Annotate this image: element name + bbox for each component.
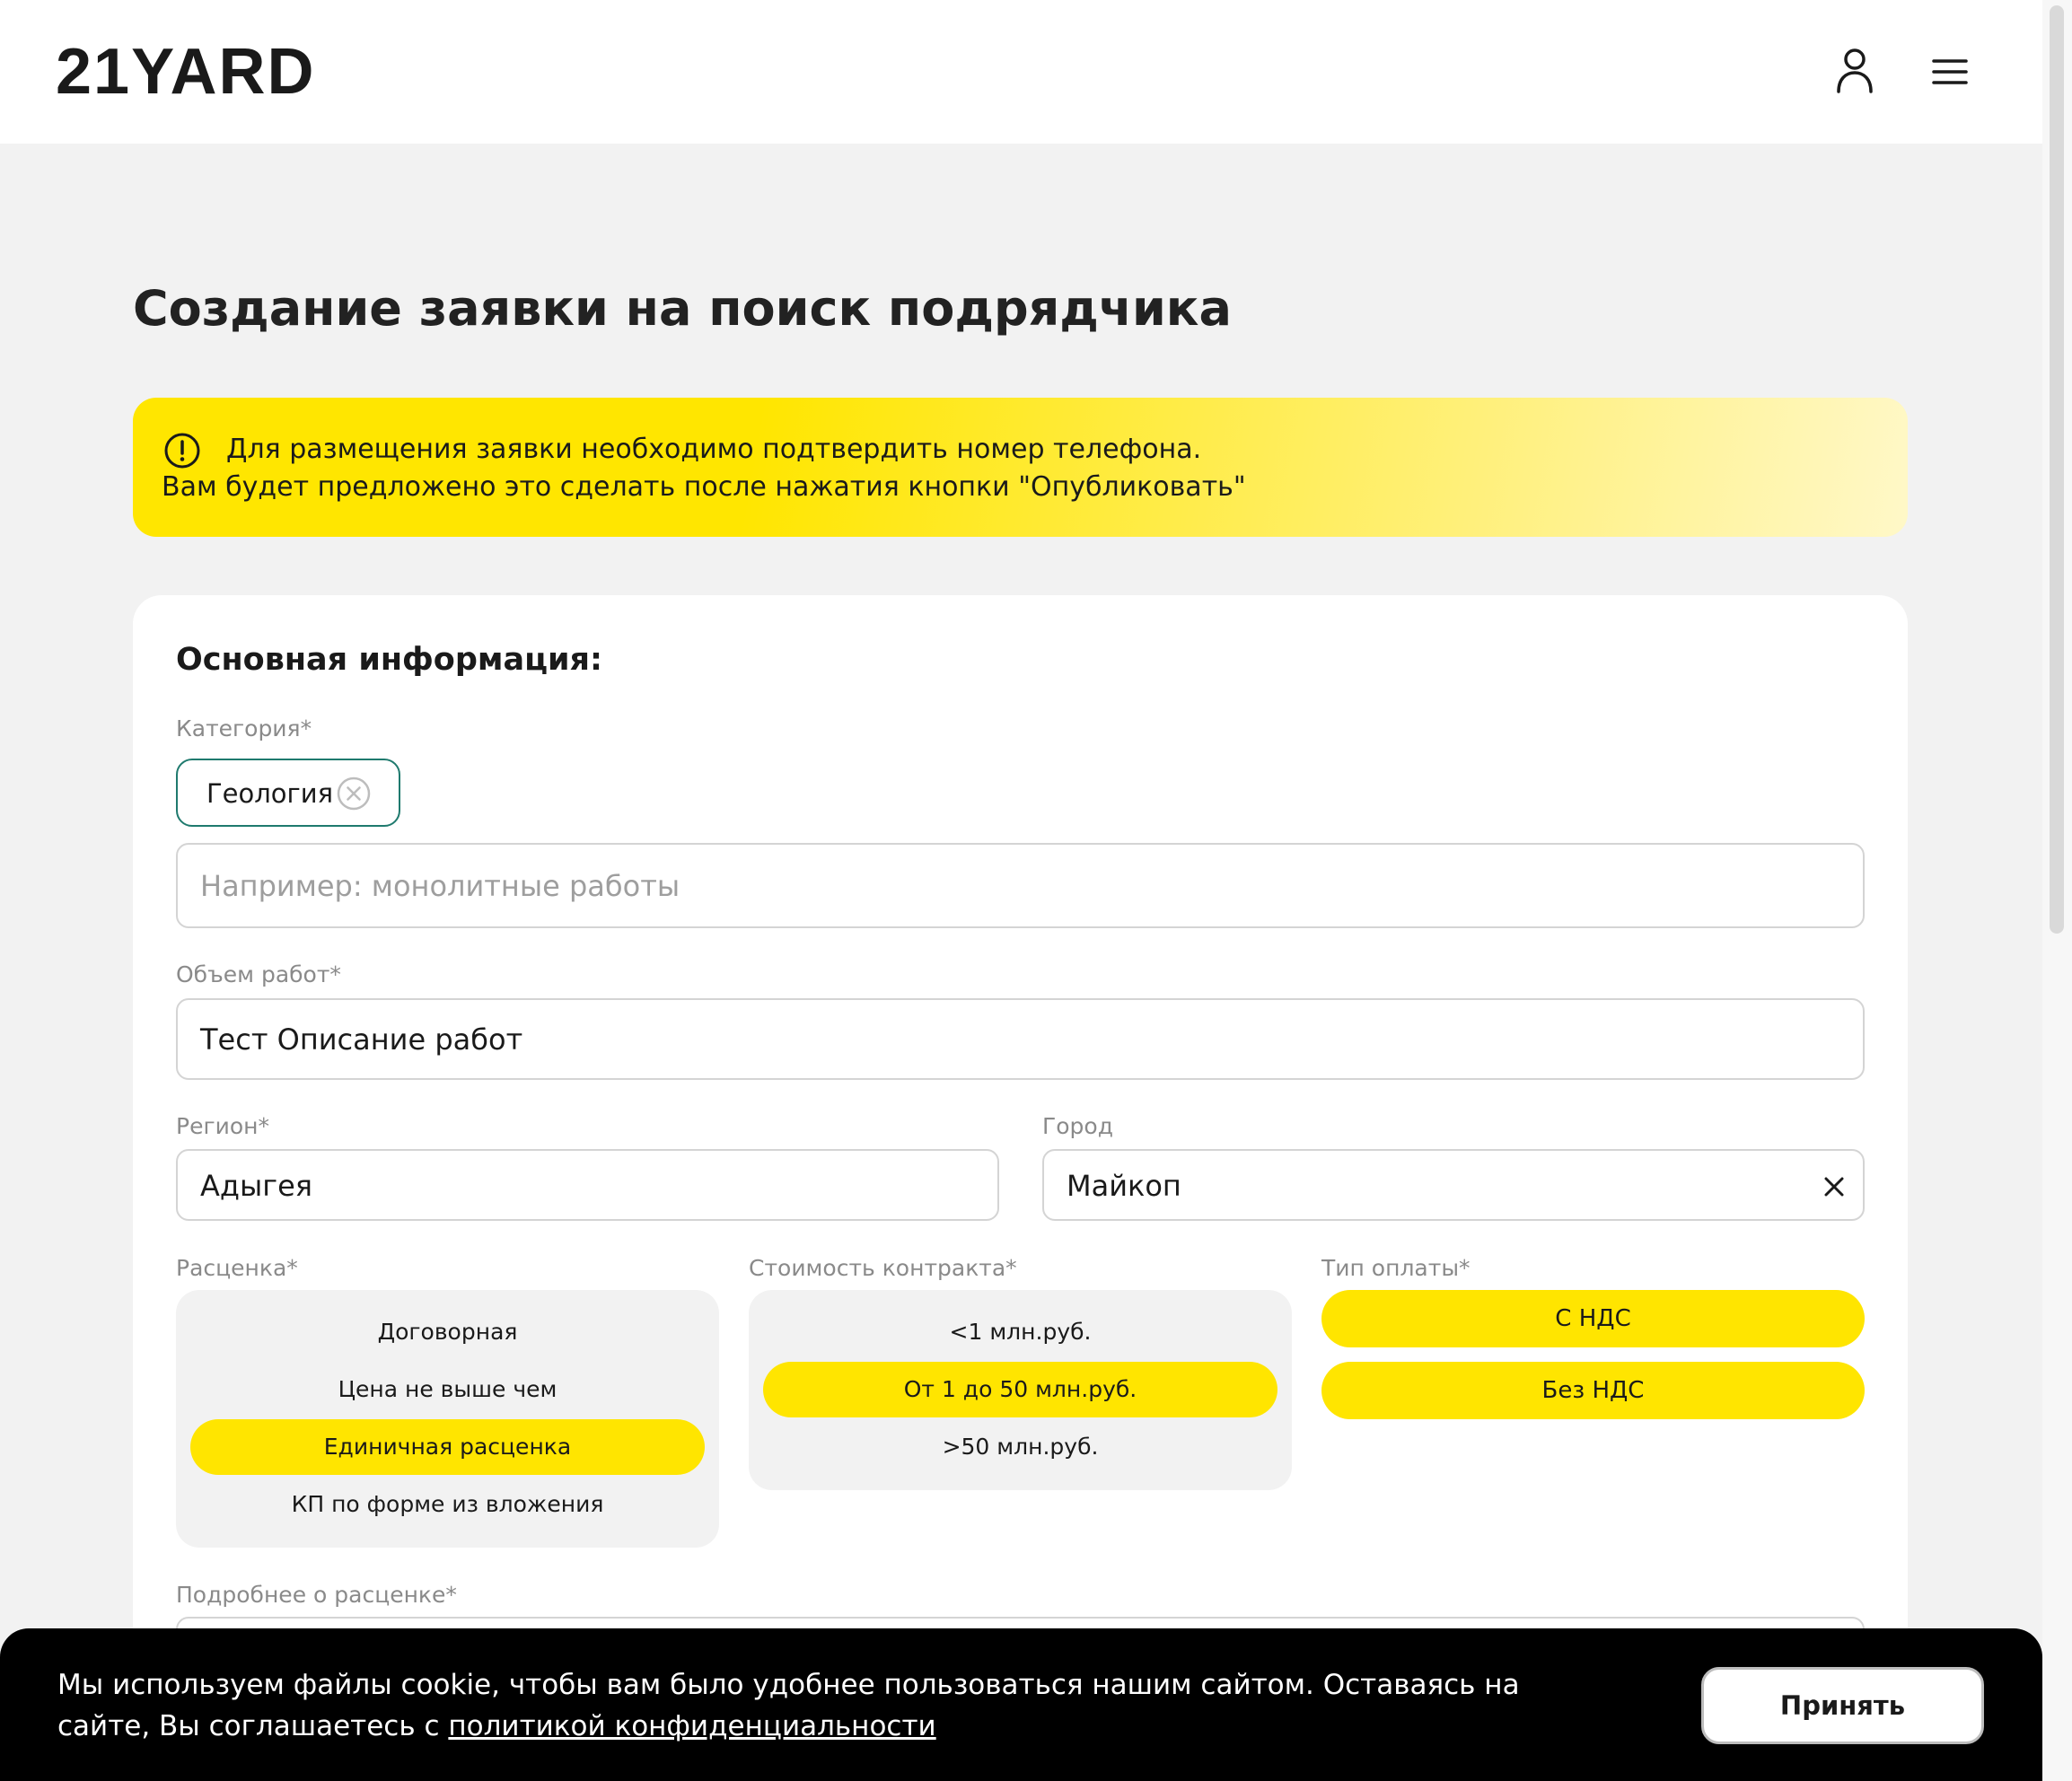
- region-input[interactable]: Адыгея: [176, 1149, 999, 1221]
- pricing-options: Договорная Цена не выше чем Единичная ра…: [176, 1290, 719, 1548]
- user-icon[interactable]: [1833, 47, 1876, 97]
- pricing-option-selected[interactable]: Единичная расценка: [190, 1419, 705, 1475]
- volume-input-value: Тест Описание работ: [200, 1022, 523, 1057]
- contract-cost-option[interactable]: <1 млн.руб.: [763, 1304, 1277, 1360]
- remove-chip-icon[interactable]: [336, 776, 372, 812]
- payment-option-without-vat[interactable]: Без НДС: [1321, 1362, 1865, 1419]
- site-header: 21YARD: [0, 0, 2042, 144]
- scrollbar-thumb[interactable]: [2050, 5, 2064, 934]
- contract-cost-option-selected[interactable]: От 1 до 50 млн.руб.: [763, 1362, 1277, 1417]
- volume-label: Объем работ*: [176, 961, 341, 987]
- city-input-value: Майкоп: [1067, 1169, 1181, 1203]
- exclamation-circle-icon: [163, 432, 201, 469]
- contract-cost-options: <1 млн.руб. От 1 до 50 млн.руб. >50 млн.…: [749, 1290, 1292, 1490]
- cookie-banner: Мы используем файлы cookie, чтобы вам бы…: [0, 1628, 2042, 1781]
- payment-type-label: Тип оплаты*: [1321, 1255, 1471, 1281]
- contract-cost-option[interactable]: >50 млн.руб.: [763, 1419, 1277, 1475]
- hamburger-menu-icon[interactable]: [1928, 47, 1971, 97]
- pricing-details-label: Подробнее о расценке*: [176, 1582, 457, 1608]
- volume-input[interactable]: Тест Описание работ: [176, 998, 1865, 1080]
- category-label: Категория*: [176, 715, 312, 741]
- pricing-option[interactable]: КП по форме из вложения: [190, 1477, 705, 1532]
- form-card: Основная информация: Категория* Геология…: [133, 595, 1908, 1781]
- category-chip[interactable]: Геология: [176, 759, 400, 827]
- contract-cost-label: Стоимость контракта*: [749, 1255, 1017, 1281]
- notice-text-line2: Вам будет предложено это сделать после н…: [162, 471, 1246, 503]
- notice-text-line1: Для размещения заявки необходимо подтвер…: [226, 434, 1202, 465]
- accept-cookies-button[interactable]: Принять: [1701, 1667, 1984, 1744]
- pricing-label: Расценка*: [176, 1255, 298, 1281]
- page-title: Создание заявки на поиск подрядчика: [133, 280, 1232, 337]
- payment-option-with-vat[interactable]: С НДС: [1321, 1290, 1865, 1347]
- privacy-policy-link[interactable]: политикой конфиденциальности: [448, 1710, 935, 1742]
- site-logo[interactable]: 21YARD: [56, 39, 316, 104]
- pricing-option[interactable]: Цена не выше чем: [190, 1362, 705, 1417]
- cookie-message: Мы используем файлы cookie, чтобы вам бы…: [57, 1664, 1584, 1747]
- city-input[interactable]: Майкоп: [1042, 1149, 1865, 1221]
- region-label: Регион*: [176, 1113, 269, 1139]
- pricing-option[interactable]: Договорная: [190, 1304, 705, 1360]
- phone-verification-notice: Для размещения заявки необходимо подтвер…: [133, 398, 1908, 537]
- city-label: Город: [1042, 1113, 1113, 1139]
- section-title: Основная информация:: [176, 642, 603, 678]
- clear-icon[interactable]: [1822, 1174, 1847, 1199]
- page-scrollbar[interactable]: [2042, 0, 2072, 1781]
- category-chip-label: Геология: [206, 778, 334, 809]
- category-search-placeholder: Например: монолитные работы: [200, 869, 680, 903]
- category-search-input[interactable]: Например: монолитные работы: [176, 843, 1865, 928]
- region-input-value: Адыгея: [200, 1169, 313, 1203]
